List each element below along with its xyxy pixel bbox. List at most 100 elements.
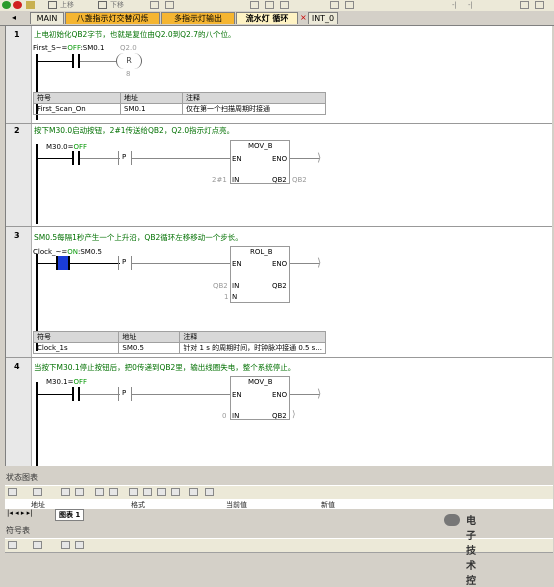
move-up-icon[interactable] [48, 1, 57, 9]
panel-icon[interactable] [95, 488, 104, 496]
network-separator [6, 357, 552, 358]
tab-label: INT_0 [311, 14, 335, 23]
cell: SM0.5 [118, 342, 181, 354]
col-header: 符号 [32, 331, 120, 343]
lock-icon[interactable] [171, 488, 180, 496]
panel-icon[interactable] [8, 541, 17, 549]
toolbar-icon-f[interactable] [330, 1, 339, 9]
rung-wire [132, 158, 230, 159]
symbol-table: 符号 地址 注释 First_Scan_On SM0.1 仅在第一个扫描周期时接通 [33, 92, 326, 115]
tab-label: 八盏指示灯交替闪烁 [76, 14, 149, 23]
symbol-table: 符号 地址 注释 Clock_1s SM0.5 针对 1 s 的周期时间，时钟脉冲接通 … [32, 331, 326, 354]
network-comment[interactable]: 当按下M30.1停止按钮后，把0传递到QB2里，输出线圈失电，整个系统停止。 [34, 362, 295, 373]
first-sheet-icon[interactable]: |◂ ◂ ▸ ▸| [7, 509, 32, 517]
contact-m30-0[interactable] [72, 151, 80, 165]
toolbar-icon-d[interactable] [265, 1, 274, 9]
n-pin: N [232, 293, 238, 301]
panel-icon[interactable] [75, 541, 84, 549]
rung-wire [38, 61, 72, 62]
box-title: MOV_B [248, 142, 273, 150]
col-header: 地址 [120, 92, 183, 104]
en-pin: EN [232, 391, 242, 399]
tab-multi-output[interactable]: 多指示灯输出 [161, 12, 235, 24]
col-header: 地址 [118, 331, 181, 343]
panel-icon[interactable] [205, 488, 214, 496]
rung-wire [38, 263, 58, 264]
rung-wire [290, 263, 320, 264]
network-comment[interactable]: SM0.5每隔1秒产生一个上升沿，QB2循环左移移动一个步长。 [34, 232, 243, 243]
panel-icon[interactable] [8, 488, 17, 496]
tab-flowing-light[interactable]: 流水灯 循环 [236, 12, 298, 24]
en-pin: EN [232, 155, 242, 163]
out-arrow: ⟩ [292, 410, 296, 420]
rung-wire [38, 158, 72, 159]
lock-icon[interactable] [157, 488, 166, 496]
move-up-label[interactable]: 上移 [60, 0, 74, 10]
contact-insert-icon[interactable]: -| [452, 0, 457, 10]
tab-main[interactable]: MAIN [30, 12, 64, 24]
edge-contact[interactable] [118, 256, 132, 270]
out-pin: QB2 [272, 412, 287, 420]
network-gutter [6, 26, 32, 466]
sheet-tab-chart1[interactable]: 图表 1 [55, 509, 85, 521]
panel-icon[interactable] [75, 488, 84, 496]
col-header: 注释 [179, 331, 326, 343]
toolbar-icon-h[interactable] [520, 1, 529, 9]
lock-icon[interactable] [143, 488, 152, 496]
contact-label: M30.0=OFF [46, 143, 88, 151]
eno-pin: ENO [272, 260, 288, 268]
edit-icon[interactable] [26, 1, 35, 9]
panel-icon[interactable] [33, 488, 42, 496]
run-icon[interactable] [2, 1, 11, 9]
pencil-icon[interactable] [109, 488, 118, 496]
out-value: QB2 [292, 176, 307, 184]
contact-label: Clock_~=ON:SM0.5 [33, 248, 102, 256]
in-pin: IN [232, 282, 240, 290]
contact-first-scan[interactable] [72, 54, 80, 68]
symbol-panel-title: 符号表 [6, 526, 30, 535]
stop-icon[interactable] [13, 1, 22, 9]
contact-clock-1s[interactable] [56, 256, 70, 270]
cell: 仅在第一个扫描周期时接通 [182, 103, 326, 115]
network-number: 1 [14, 30, 20, 39]
tab-label: 流水灯 循环 [245, 14, 289, 23]
toolbar-icon-e[interactable] [280, 1, 289, 9]
network-comment[interactable]: 按下M30.0启动按钮，2#1传送给QB2，Q2.0指示灯点亮。 [34, 125, 234, 136]
ladder-editor[interactable]: 1 上电初始化QB2字节，也就是复位由Q2.0到Q2.7的八个位。 First_… [5, 26, 552, 466]
panel-icon[interactable] [33, 541, 42, 549]
edge-contact[interactable] [118, 387, 132, 401]
contact-insert-icon-2[interactable]: -| [468, 0, 473, 10]
close-tab-icon[interactable]: × [300, 13, 307, 22]
reset-coil[interactable]: R [116, 53, 142, 69]
coil-count: 8 [126, 70, 131, 78]
coil-address: Q2.0 [120, 44, 137, 52]
status-panel-title: 状态图表 [6, 473, 38, 482]
tab-int0[interactable]: INT_0 [308, 12, 338, 24]
toolbar-icon-g[interactable] [345, 1, 354, 9]
rung-wire [290, 394, 320, 395]
network-comment[interactable]: 上电初始化QB2字节，也就是复位由Q2.0到Q2.7的八个位。 [34, 29, 235, 40]
eno-pin: ENO [272, 155, 288, 163]
toolbar-icon-b[interactable] [165, 1, 174, 9]
n-value: 1 [224, 293, 229, 301]
toolbar-icon-a[interactable] [150, 1, 159, 9]
contact-m30-1[interactable] [72, 387, 80, 401]
edge-contact[interactable] [118, 151, 132, 165]
toolbar-icon-i[interactable] [535, 1, 544, 9]
move-down-label[interactable]: 下移 [110, 0, 124, 10]
panel-icon[interactable] [61, 541, 70, 549]
panel-icon[interactable] [61, 488, 70, 496]
move-down-icon[interactable] [98, 1, 107, 9]
toolbar-icon-c[interactable] [250, 1, 259, 9]
rung-end-icon: ⟩ [317, 151, 322, 164]
chart-icon[interactable] [189, 488, 198, 496]
lock-icon[interactable] [129, 488, 138, 496]
contact-label: First_S~=OFF:SM0.1 [33, 44, 105, 52]
rung-wire [132, 394, 230, 395]
tab-label: 多指示灯输出 [174, 14, 222, 23]
rung-wire [70, 263, 120, 264]
in-value: 0 [222, 412, 227, 420]
tab-alternate-flash[interactable]: 八盏指示灯交替闪烁 [65, 12, 160, 24]
tab-scroll-left-icon[interactable]: ◂ [12, 13, 16, 22]
tab-label: MAIN [36, 14, 58, 23]
